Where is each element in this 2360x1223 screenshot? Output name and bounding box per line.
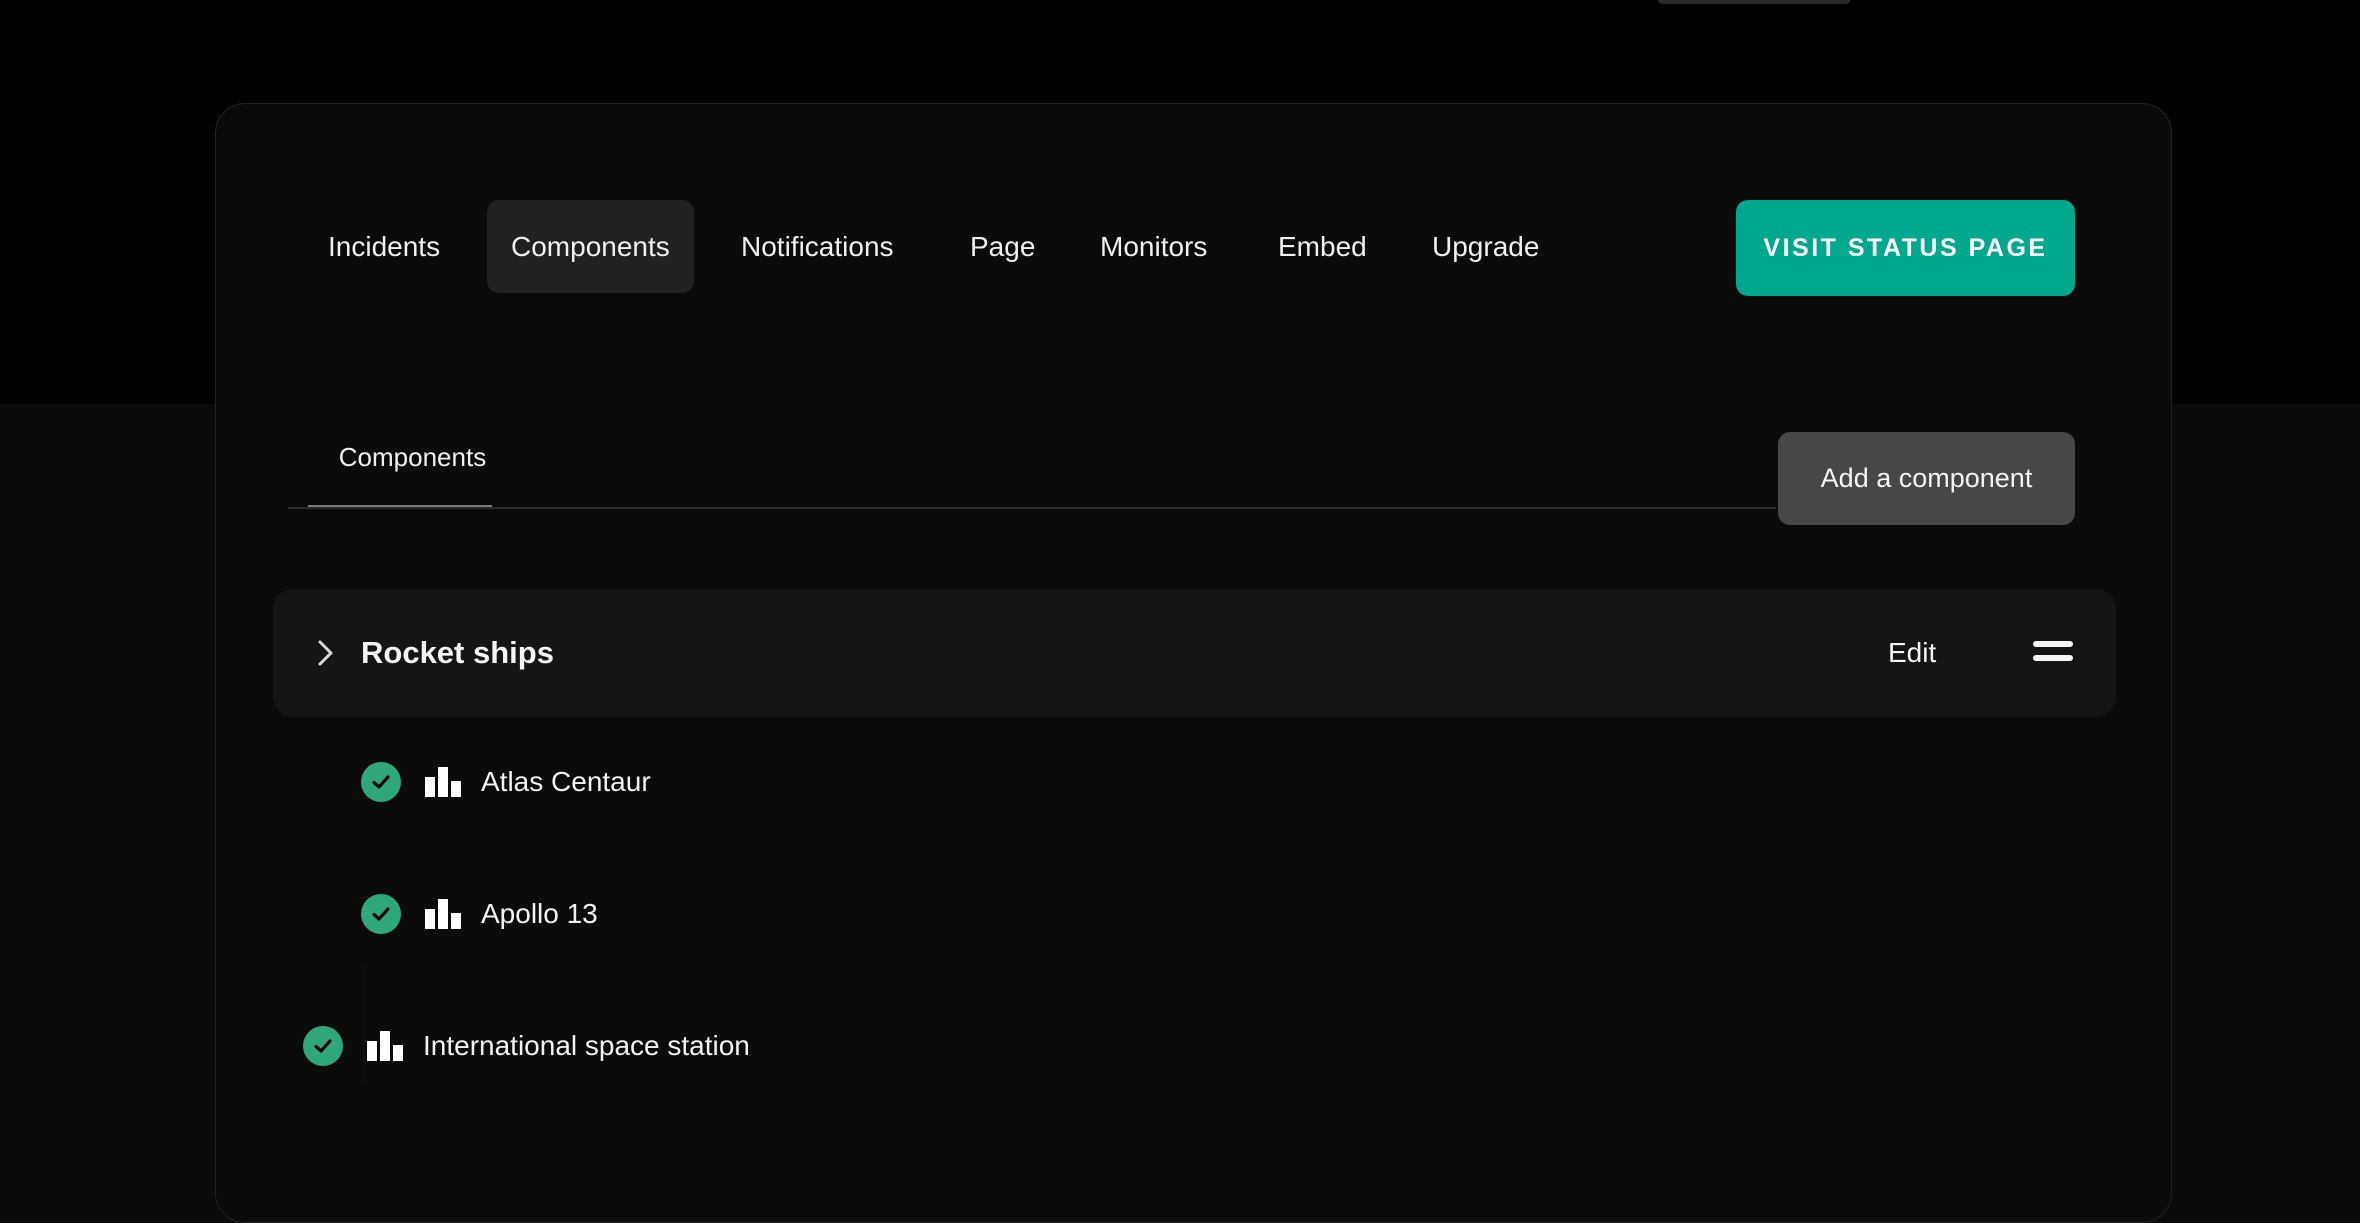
dragged-component-row[interactable]: International space station (303, 1016, 750, 1076)
add-component-button[interactable]: Add a component (1778, 432, 2075, 525)
nav-upgrade[interactable]: Upgrade (1432, 200, 1539, 293)
component-name: Atlas Centaur (481, 766, 651, 797)
component-name: Apollo 13 (481, 898, 598, 929)
bar-chart-icon (367, 1031, 403, 1061)
nav-monitors[interactable]: Monitors (1100, 200, 1207, 293)
component-row[interactable]: Apollo 13 (361, 884, 598, 944)
edit-button[interactable]: Edit (1888, 589, 1936, 717)
nav-notifications[interactable]: Notifications (741, 200, 894, 293)
nav-components[interactable]: Components (487, 200, 694, 293)
check-circle-icon (303, 1026, 343, 1066)
tab-components[interactable]: Components (320, 442, 505, 473)
component-name: International space station (423, 1030, 750, 1061)
component-row[interactable]: Atlas Centaur (361, 752, 651, 812)
bar-chart-icon (425, 767, 461, 797)
drag-handle-icon[interactable] (2033, 641, 2073, 663)
nav-embed[interactable]: Embed (1278, 200, 1367, 293)
check-circle-icon (361, 762, 401, 802)
nav-page[interactable]: Page (970, 200, 1035, 293)
bar-chart-icon (425, 899, 461, 929)
visit-status-page-button[interactable]: VISIT STATUS PAGE (1736, 200, 2075, 296)
tab-divider (288, 507, 1776, 509)
group-title: Rocket ships (361, 635, 554, 670)
check-circle-icon (361, 894, 401, 934)
chevron-right-icon[interactable] (309, 637, 341, 669)
nav-incidents[interactable]: Incidents (328, 200, 440, 293)
main-panel: Incidents Components Notifications Page … (215, 103, 2172, 1223)
component-group-row[interactable]: Rocket ships Edit (273, 589, 2116, 717)
top-edge-element (1657, 0, 1851, 4)
